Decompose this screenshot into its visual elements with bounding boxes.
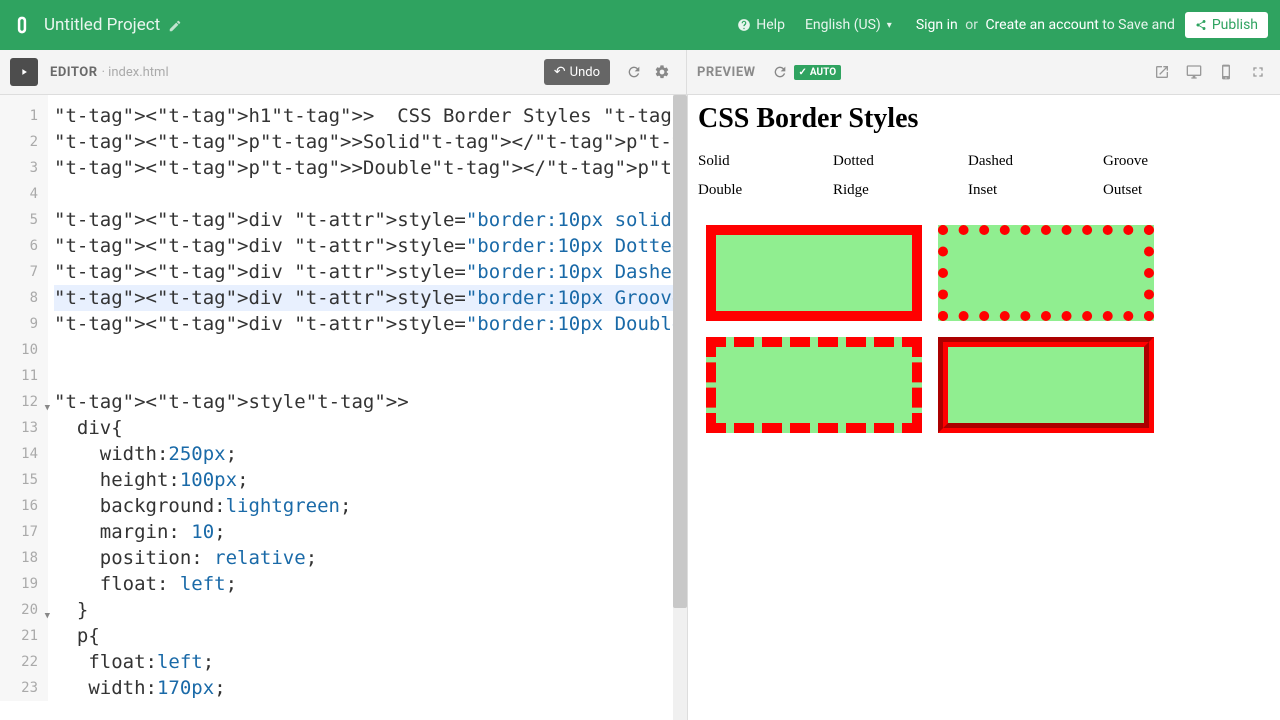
code-line[interactable]: position: relative; <box>54 545 687 571</box>
preview-label: PREVIEW <box>697 65 756 80</box>
code-line[interactable] <box>54 181 687 207</box>
line-number: 21 <box>0 623 48 649</box>
line-number: 14 <box>0 441 48 467</box>
preview-boxes <box>698 211 1270 217</box>
line-number: 23 <box>0 675 48 701</box>
code-line[interactable]: "t-tag"><"t-tag">p"t-tag">>Double"t-tag"… <box>54 155 687 181</box>
code-line[interactable]: "t-tag"><"t-tag">p"t-tag">>Solid"t-tag">… <box>54 129 687 155</box>
code-line[interactable]: width:170px; <box>54 675 687 701</box>
code-line[interactable] <box>54 337 687 363</box>
code-line[interactable]: "t-tag"><"t-tag">div "t-attr">style="bor… <box>54 207 687 233</box>
code-line[interactable]: "t-tag"><"t-tag">div "t-attr">style="bor… <box>54 233 687 259</box>
device-icons <box>1150 60 1270 84</box>
line-number: 19 <box>0 571 48 597</box>
files-panel-button[interactable] <box>10 58 38 86</box>
line-number: 15 <box>0 467 48 493</box>
auto-refresh-toggle[interactable]: AUTO <box>794 65 842 80</box>
pencil-icon[interactable] <box>168 18 182 32</box>
code-line[interactable]: "t-tag"><"t-tag">style"t-tag">> <box>54 389 687 415</box>
line-number: 20▼ <box>0 597 48 623</box>
line-number: 7 <box>0 259 48 285</box>
line-number: 13 <box>0 415 48 441</box>
preview-label: Solid <box>698 153 833 170</box>
detach-icon[interactable] <box>1150 60 1174 84</box>
preview-label: Inset <box>968 182 1103 199</box>
line-number: 5 <box>0 207 48 233</box>
line-number: 2 <box>0 129 48 155</box>
project-title[interactable]: Untitled Project <box>44 15 160 35</box>
line-number: 16 <box>0 493 48 519</box>
line-number: 11 <box>0 363 48 389</box>
line-number: 6 <box>0 233 48 259</box>
editor-scrollbar[interactable] <box>673 95 687 720</box>
code-line[interactable]: "t-tag"><"t-tag">div "t-attr">style="bor… <box>54 259 687 285</box>
line-number: 18 <box>0 545 48 571</box>
code-line[interactable]: float:left; <box>54 649 687 675</box>
undo-button[interactable]: Undo <box>544 59 610 85</box>
preview-box-dotted <box>938 225 1154 321</box>
sign-in-link[interactable]: Sign in <box>916 17 958 33</box>
line-number: 4 <box>0 181 48 207</box>
code-line[interactable]: width:250px; <box>54 441 687 467</box>
preview-label: Dotted <box>833 153 968 170</box>
toolbar-preview-section: PREVIEW AUTO <box>687 50 1280 94</box>
line-number: 10 <box>0 337 48 363</box>
line-number: 8 <box>0 285 48 311</box>
code-area[interactable]: "t-tag"><"t-tag">h1"t-tag">> CSS Border … <box>54 95 687 701</box>
preview-label: Dashed <box>968 153 1103 170</box>
redo-icon[interactable] <box>620 58 648 86</box>
code-line[interactable]: "t-tag"><"t-tag">div "t-attr">style="bor… <box>54 311 687 337</box>
line-number: 1 <box>0 103 48 129</box>
code-line[interactable]: float: left; <box>54 571 687 597</box>
top-bar: Untitled Project Help English (US) Sign … <box>0 0 1280 50</box>
line-number: 22 <box>0 649 48 675</box>
toolbar: EDITOR · index.html Undo PREVIEW AUTO <box>0 50 1280 95</box>
line-number: 3 <box>0 155 48 181</box>
code-line[interactable]: height:100px; <box>54 467 687 493</box>
fullscreen-icon[interactable] <box>1246 60 1270 84</box>
auth-text: Sign in or Create an account to Save and <box>916 17 1175 33</box>
language-select[interactable]: English (US) <box>805 17 892 33</box>
code-line[interactable]: "t-tag"><"t-tag">h1"t-tag">> CSS Border … <box>54 103 687 129</box>
editor-pane[interactable]: 123456789101112▼1314151617181920▼212223 … <box>0 95 687 720</box>
publish-label: Publish <box>1212 17 1258 33</box>
preview-box-groove <box>938 337 1154 433</box>
toolbar-editor-section: EDITOR · index.html Undo <box>0 50 687 94</box>
preview-box-solid <box>706 225 922 321</box>
code-line[interactable]: p{ <box>54 623 687 649</box>
editor-label: EDITOR <box>50 65 98 80</box>
or-text: or <box>965 17 978 33</box>
settings-icon[interactable] <box>648 58 676 86</box>
preview-label: Groove <box>1103 153 1238 170</box>
help-link[interactable]: Help <box>737 17 785 33</box>
thimble-logo-icon <box>12 15 32 35</box>
preview-label: Double <box>698 182 833 199</box>
code-line[interactable]: margin: 10; <box>54 519 687 545</box>
publish-button[interactable]: Publish <box>1185 12 1268 38</box>
preview-box-dashed <box>706 337 922 433</box>
code-line[interactable]: div{ <box>54 415 687 441</box>
desktop-icon[interactable] <box>1182 60 1206 84</box>
preview-pane: CSS Border Styles SolidDottedDashedGroov… <box>687 95 1280 720</box>
create-account-link[interactable]: Create an account <box>985 17 1098 33</box>
line-number: 17 <box>0 519 48 545</box>
line-gutter: 123456789101112▼1314151617181920▼212223 <box>0 95 48 701</box>
preview-label: Ridge <box>833 182 968 199</box>
help-label: Help <box>756 17 785 33</box>
line-number: 12▼ <box>0 389 48 415</box>
code-line[interactable]: "t-tag"><"t-tag">div "t-attr">style="bor… <box>54 285 687 311</box>
preview-refresh-icon[interactable] <box>766 58 794 86</box>
save-suffix: to Save and <box>1102 17 1175 33</box>
code-line[interactable]: } <box>54 597 687 623</box>
code-line[interactable] <box>54 363 687 389</box>
code-line[interactable]: background:lightgreen; <box>54 493 687 519</box>
line-number: 9 <box>0 311 48 337</box>
file-name-label: · index.html <box>102 65 169 80</box>
main-area: 123456789101112▼1314151617181920▼212223 … <box>0 95 1280 720</box>
mobile-icon[interactable] <box>1214 60 1238 84</box>
preview-heading: CSS Border Styles <box>698 103 1270 135</box>
preview-label: Outset <box>1103 182 1238 199</box>
